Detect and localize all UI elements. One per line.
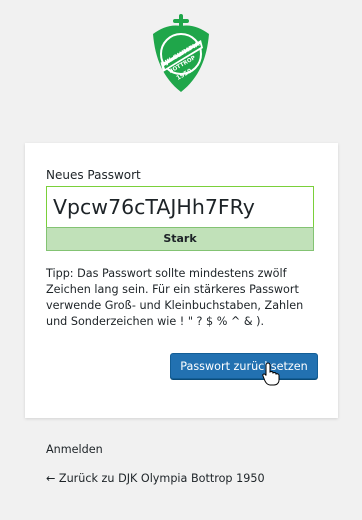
reset-password-button[interactable]: Passwort zurücksetzen [170, 353, 318, 379]
back-to-site-link[interactable]: ← Zurück zu DJK Olympia Bottrop 1950 [46, 472, 265, 485]
login-link[interactable]: Anmelden [46, 443, 103, 456]
password-hint: Tipp: Das Passwort sollte mindestens zwö… [46, 267, 304, 328]
login-link-wrap: Anmelden [46, 443, 103, 456]
new-password-input[interactable] [47, 187, 313, 227]
reset-password-card: Neues Passwort Stark Tipp: Das Passwort … [25, 143, 338, 418]
hand-pointer-icon [262, 362, 280, 386]
password-strength-indicator: Stark [46, 227, 314, 251]
new-password-field[interactable] [46, 186, 314, 228]
back-link-wrap: ← Zurück zu DJK Olympia Bottrop 1950 [46, 472, 265, 485]
club-logo[interactable]: DJK OLYMPIA BOTTROP 1950 [145, 14, 217, 96]
club-crest-icon: DJK OLYMPIA BOTTROP 1950 [153, 14, 209, 93]
new-password-label: Neues Passwort [46, 168, 141, 182]
